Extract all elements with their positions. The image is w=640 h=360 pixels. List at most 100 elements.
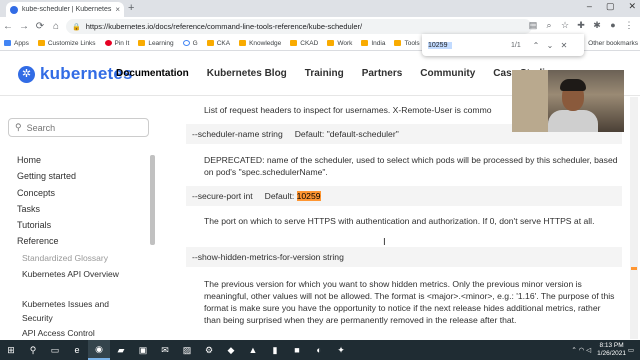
bookmark-item[interactable]: India	[361, 40, 385, 47]
sidebar-item[interactable]: Reference	[17, 233, 127, 249]
forward-button[interactable]: →	[16, 21, 32, 32]
find-previous-icon[interactable]: ⌃	[529, 41, 543, 50]
new-tab-button[interactable]: +	[128, 2, 134, 14]
minimize-icon[interactable]: –	[587, 1, 592, 12]
sidebar-item[interactable]: Standardized Glossary	[17, 250, 127, 266]
file-explorer-icon[interactable]: ▰	[110, 340, 132, 360]
find-next-icon[interactable]: ⌄	[543, 41, 557, 50]
app-icon[interactable]: ■	[286, 340, 308, 360]
extension-icon[interactable]: ✚	[576, 20, 586, 31]
sidebar-item[interactable]: Home	[17, 152, 127, 168]
page-action-icon[interactable]: ▤	[528, 20, 538, 31]
browser-menu-icon[interactable]: ⋮	[624, 20, 634, 31]
photos-icon[interactable]: ▨	[176, 340, 198, 360]
flag-name: --secure-port int	[192, 191, 253, 201]
other-bookmarks[interactable]: Other bookmarks	[588, 40, 638, 47]
clock-time: 8:13 PM	[599, 342, 624, 349]
bookmark-star-icon[interactable]: ☆	[560, 20, 570, 31]
clock[interactable]: 8:13 PM 1/26/2021	[597, 342, 626, 358]
bookmark-label: Tools	[404, 39, 420, 47]
sidebar-item[interactable]: Kubernetes API Overview	[17, 266, 127, 296]
app-icon[interactable]: ◆	[220, 340, 242, 360]
search-icon: ⚲	[15, 122, 22, 132]
find-close-icon[interactable]: ✕	[557, 41, 571, 50]
tray-chevron-icon[interactable]: ⌃	[571, 346, 576, 354]
edge-icon[interactable]: e	[66, 340, 88, 360]
folder-icon	[327, 40, 335, 46]
bookmark-label: CKA	[216, 39, 231, 47]
find-match-marker	[631, 267, 637, 270]
sidebar-scrollbar[interactable]	[150, 155, 155, 245]
home-button[interactable]: ⌂	[48, 21, 64, 32]
bookmark-item[interactable]: CKAD	[290, 40, 318, 47]
store-icon[interactable]: ▣	[132, 340, 154, 360]
windows-start-icon[interactable]: ⊞	[0, 340, 22, 360]
bookmark-item[interactable]: Apps	[4, 40, 29, 47]
window-close-icon[interactable]: ✕	[628, 1, 636, 12]
sidebar-item[interactable]: Concepts	[17, 185, 127, 201]
task-view-icon[interactable]: ▭	[44, 340, 66, 360]
windows-taskbar: ⊞ ⚲ ▭ e ◉ ▰ ▣ ✉ ▨ ⚙ ◆ ▲ ▮ ■ ◐ ✦ ⌃ ◠ ◁ 8:…	[0, 340, 640, 360]
folder-icon	[239, 40, 247, 46]
bookmark-item[interactable]: Pin It	[104, 40, 129, 47]
bookmark-label: Knowledge	[249, 39, 282, 47]
reload-button[interactable]: ⟳	[32, 21, 48, 32]
terminal-icon[interactable]: ▮	[264, 340, 286, 360]
find-bar: 1/1 ⌃ ⌄ ✕	[422, 34, 584, 56]
volume-icon[interactable]: ◁	[586, 346, 591, 354]
app-icon[interactable]: ▲	[242, 340, 264, 360]
mail-icon[interactable]: ✉	[154, 340, 176, 360]
folder-icon	[138, 40, 146, 46]
address-bar[interactable]: 🔒 https://kubernetes.io/docs/reference/c…	[66, 19, 532, 34]
bookmark-item[interactable]: Customize Links	[37, 40, 96, 47]
back-button[interactable]: ←	[0, 21, 16, 32]
browser-tab[interactable]: kube-scheduler | Kubernetes ×	[6, 2, 124, 17]
nav-item-training[interactable]: Training	[305, 68, 344, 79]
folder-icon	[37, 40, 45, 46]
bookmark-item[interactable]: G	[182, 39, 198, 47]
maximize-icon[interactable]: ▢	[606, 1, 615, 12]
zoom-icon[interactable]: ⌕	[544, 20, 554, 31]
sidebar-nav: Home Getting started Concepts Tasks Tutorial…	[17, 152, 127, 342]
bookmark-item[interactable]: Work	[327, 40, 352, 47]
address-url: https://kubernetes.io/docs/reference/com…	[85, 22, 363, 31]
bookmark-label: G	[192, 39, 198, 47]
bookmark-item[interactable]: Learning	[138, 39, 174, 47]
lock-icon: 🔒	[72, 23, 81, 31]
flag-description: The port on which to serve HTTPS with au…	[204, 216, 595, 226]
extensions-puzzle-icon[interactable]: ✱	[592, 20, 602, 31]
folder-icon	[290, 40, 298, 46]
window-controls: – ▢ ✕	[587, 1, 636, 12]
apps-icon	[4, 40, 11, 46]
sidebar-item[interactable]: Tutorials	[17, 217, 127, 233]
find-input[interactable]	[428, 41, 452, 49]
sidebar-item[interactable]: Getting started	[17, 168, 127, 184]
webcam-background	[512, 70, 548, 132]
page-scrollbar[interactable]	[630, 97, 638, 339]
tab-close-icon[interactable]: ×	[115, 5, 120, 14]
nav-item-community[interactable]: Community	[420, 68, 475, 79]
find-input-selection	[428, 41, 452, 49]
sidebar-item[interactable]: Tasks	[17, 201, 127, 217]
bookmark-label: Learning	[148, 39, 174, 47]
network-icon[interactable]: ◠	[579, 346, 585, 354]
chrome-icon[interactable]: ◉	[88, 340, 110, 360]
profile-avatar-icon[interactable]: ●	[608, 20, 618, 31]
nav-item-partners[interactable]: Partners	[362, 68, 403, 79]
webcam-person-body	[548, 110, 598, 132]
notifications-icon[interactable]: ▭	[628, 346, 634, 354]
flag-description: The previous version for which you want …	[204, 279, 615, 325]
search-box[interactable]: ⚲ Search	[8, 118, 149, 137]
bookmark-item[interactable]: Tools	[394, 39, 420, 47]
bookmark-item[interactable]: CKA	[206, 39, 231, 47]
nav-item-documentation[interactable]: Documentation	[116, 68, 189, 79]
nav-item-kubernetes-blog[interactable]: Kubernetes Blog	[207, 68, 287, 79]
app-icon[interactable]: ◐	[308, 340, 330, 360]
folder-icon	[361, 40, 369, 46]
sidebar-item[interactable]: Kubernetes Issues and Security	[17, 296, 127, 326]
bookmark-item[interactable]: Knowledge	[239, 40, 281, 47]
app-icon[interactable]: ✦	[330, 340, 352, 360]
settings-icon[interactable]: ⚙	[198, 340, 220, 360]
taskbar-search-icon[interactable]: ⚲	[22, 340, 44, 360]
kubernetes-favicon-icon	[10, 5, 18, 14]
